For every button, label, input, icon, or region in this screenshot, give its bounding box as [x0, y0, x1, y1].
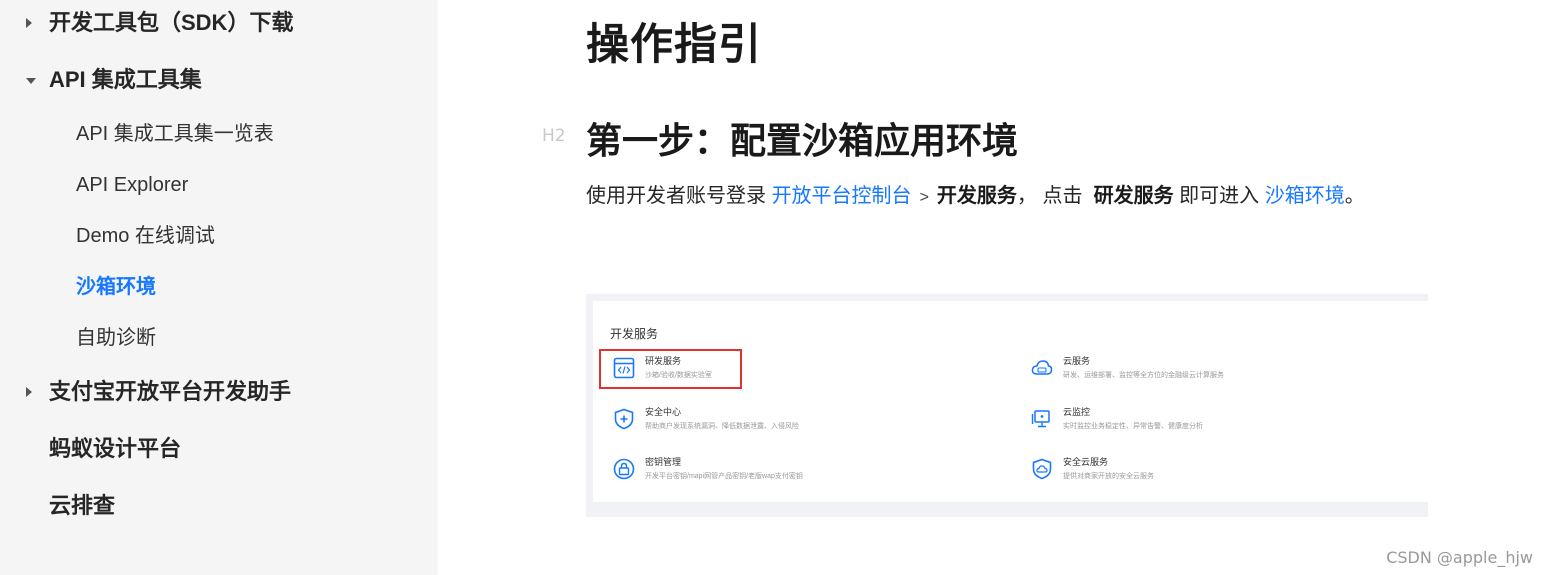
sidebar-item-cloud-troubleshoot[interactable]: 云排查 [0, 486, 438, 526]
shield-plus-icon [614, 408, 634, 430]
code-window-icon [613, 357, 635, 379]
service-desc: 开发平台密钥/mapi网管产品密钥/老版wap支付密钥 [645, 473, 803, 480]
watermark: CSDN @apple_hjw [1386, 548, 1533, 567]
sidebar-nav: 开发工具包（SDK）下载 API 集成工具集 API 集成工具集一览表 API … [0, 0, 438, 575]
dev-services-card: 开发服务 研发服务 沙箱/验收/数据实验室 云服务 研发、运维部署、监控等全方位… [593, 301, 1428, 502]
sidebar-item-label: API 集成工具集一览表 [76, 123, 274, 145]
service-name: 安全中心 [645, 407, 682, 417]
sidebar-item-label: 开发工具包（SDK）下载 [49, 10, 294, 35]
para-text: ， 点击 [1016, 185, 1083, 207]
heading-level-marker: H2 [542, 126, 566, 146]
sandbox-link[interactable]: 沙箱环境 [1265, 185, 1345, 207]
service-desc: 提供对商家开放的安全云服务 [1063, 473, 1154, 480]
service-name: 密钥管理 [645, 457, 682, 467]
embedded-screenshot: 开发服务 研发服务 沙箱/验收/数据实验室 云服务 研发、运维部署、监控等全方位… [586, 294, 1428, 517]
service-name: 研发服务 [645, 356, 682, 366]
sidebar-item-label: 沙箱环境 [76, 276, 156, 298]
sidebar-item-api-tools[interactable]: API 集成工具集 [0, 60, 438, 100]
sidebar-item-demo-debug[interactable]: Demo 在线调试 [0, 219, 438, 253]
sidebar-item-ant-design[interactable]: 蚂蚁设计平台 [0, 429, 438, 469]
caret-right-icon [26, 18, 32, 28]
console-link[interactable]: 开放平台控制台 [772, 185, 912, 207]
rd-services-text: 研发服务 [1093, 185, 1174, 207]
sidebar-item-sandbox[interactable]: 沙箱环境 [0, 270, 438, 304]
service-name: 云监控 [1063, 407, 1091, 417]
sidebar-item-label: 自助诊断 [76, 327, 156, 349]
para-text: 即可进入 [1179, 185, 1260, 207]
main-content: 操作指引 H2 第一步：配置沙箱应用环境 使用开发者账号登录 开放平台控制台 > 开… [438, 0, 1547, 575]
service-desc: 沙箱/验收/数据实验室 [645, 372, 712, 379]
caret-right-icon [26, 387, 32, 397]
service-desc: 实时监控业务稳定性、异常告警、健康度分析 [1063, 423, 1203, 430]
sidebar-item-api-explorer[interactable]: API Explorer [0, 168, 438, 202]
monitor-icon [1031, 410, 1050, 428]
sidebar-item-label: Demo 在线调试 [76, 225, 215, 247]
para-text: 使用开发者账号登录 [586, 185, 766, 207]
service-name: 云服务 [1063, 356, 1091, 366]
sidebar-item-label: 云排查 [49, 493, 116, 518]
para-text: 。 [1344, 185, 1365, 207]
dev-services-text: 开发服务 [936, 185, 1017, 207]
sidebar-item-self-diagnosis[interactable]: 自助诊断 [0, 321, 438, 355]
sidebar-item-api-tools-list[interactable]: API 集成工具集一览表 [0, 117, 438, 151]
sidebar-item-label: API Explorer [76, 174, 189, 196]
service-desc: 研发、运维部署、监控等全方位的金融级云计算服务 [1063, 372, 1224, 379]
section-title: 第一步：配置沙箱应用环境 [586, 120, 1019, 161]
sidebar-item-label: API 集成工具集 [49, 67, 202, 92]
caret-down-icon [26, 78, 36, 84]
shield-cloud-icon [1032, 458, 1052, 480]
service-name: 安全云服务 [1063, 457, 1109, 467]
lock-icon [613, 458, 635, 480]
service-desc: 帮助商户发现系统漏洞、降低数据泄露、入侵风险 [645, 423, 799, 430]
sidebar-item-label: 蚂蚁设计平台 [49, 436, 182, 461]
instruction-paragraph: 使用开发者账号登录 开放平台控制台 > 开发服务， 点击 研发服务 即可进入 沙箱环… [586, 178, 1416, 216]
page-title: 操作指引 [586, 21, 762, 69]
cloud-icon [1031, 360, 1053, 375]
card-title: 开发服务 [610, 327, 659, 341]
breadcrumb-separator: > [919, 189, 929, 206]
sidebar-item-sdk-download[interactable]: 开发工具包（SDK）下载 [0, 3, 438, 43]
sidebar-item-dev-assistant[interactable]: 支付宝开放平台开发助手 [0, 372, 438, 412]
sidebar-item-label: 支付宝开放平台开发助手 [49, 379, 292, 404]
